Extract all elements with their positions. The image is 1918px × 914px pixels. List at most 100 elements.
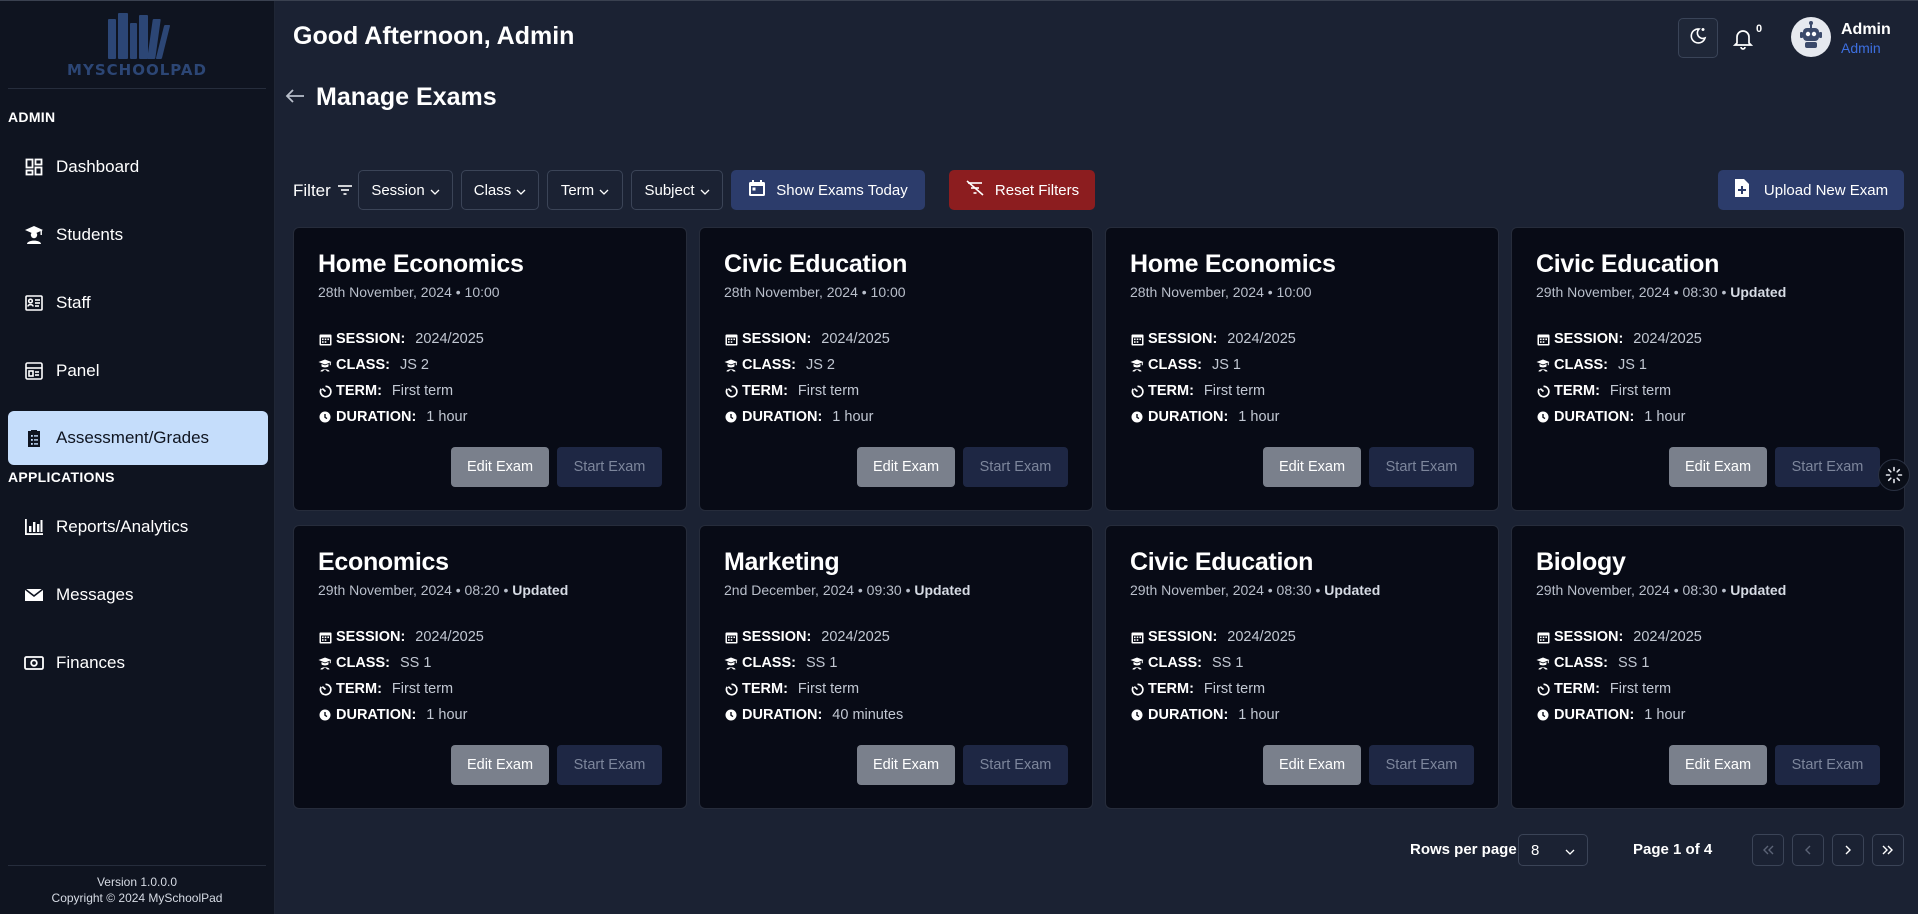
clock-icon: [1536, 410, 1550, 424]
exam-class-value: SS 1: [805, 655, 838, 671]
edit-exam-button[interactable]: Edit Exam: [857, 447, 955, 487]
sidebar-item-assessment-grades[interactable]: Assessment/Grades: [8, 411, 268, 465]
class-dropdown[interactable]: Class: [461, 170, 539, 210]
arrow-left-icon: [284, 89, 306, 111]
term-dropdown[interactable]: Term: [547, 170, 623, 210]
last-page-button[interactable]: [1872, 834, 1904, 866]
upload-new-exam-button[interactable]: Upload New Exam: [1718, 170, 1904, 210]
edit-exam-button[interactable]: Edit Exam: [1263, 447, 1361, 487]
edit-exam-button[interactable]: Edit Exam: [1669, 745, 1767, 785]
edit-exam-button[interactable]: Edit Exam: [857, 745, 955, 785]
subject-dropdown[interactable]: Subject: [631, 170, 723, 210]
student-icon: [24, 225, 44, 245]
calendar-grid-icon: [1130, 630, 1144, 644]
start-exam-button[interactable]: Start Exam: [557, 447, 662, 487]
exam-session-value: 2024/2025: [1633, 629, 1702, 645]
sidebar-item-reports-analytics[interactable]: Reports/Analytics: [8, 500, 268, 554]
logo[interactable]: MYSCHOOLPAD: [8, 1, 266, 89]
edit-exam-button[interactable]: Edit Exam: [451, 745, 549, 785]
show-exams-today-label: Show Exams Today: [776, 181, 908, 199]
exam-term-label: TERM:: [742, 383, 788, 399]
timer-icon: [1130, 384, 1144, 398]
exam-term-row: TERM: First term: [318, 383, 453, 399]
exam-session-label: SESSION:: [1148, 331, 1218, 347]
subject-dropdown-label: Subject: [644, 181, 695, 199]
start-exam-button[interactable]: Start Exam: [1775, 447, 1880, 487]
chevrons-right-icon: [1882, 842, 1894, 858]
exam-session-row: SESSION: 2024/2025: [1536, 331, 1702, 347]
exam-duration-value: 1 hour: [1238, 707, 1280, 723]
exam-class-row: CLASS: SS 1: [318, 655, 431, 671]
graduate-icon: [724, 656, 738, 670]
exam-duration-row: DURATION: 1 hour: [1536, 409, 1685, 425]
exam-subject: Marketing: [724, 548, 840, 576]
reset-filters-button[interactable]: Reset Filters: [949, 170, 1095, 210]
sidebar-item-finances[interactable]: Finances: [8, 636, 268, 690]
exam-subject: Civic Education: [1130, 548, 1314, 576]
sidebar-item-staff[interactable]: Staff: [8, 276, 268, 330]
exam-session-label: SESSION:: [1554, 331, 1624, 347]
exam-session-label: SESSION:: [1148, 629, 1218, 645]
sidebar-item-students[interactable]: Students: [8, 208, 268, 262]
sidebar-item-messages[interactable]: Messages: [8, 568, 268, 622]
exam-card: Civic Education 29th November, 2024 • 08:…: [1511, 227, 1905, 511]
version-text: Version 1.0.0.0: [96, 875, 178, 889]
exam-class-label: CLASS:: [742, 655, 796, 671]
timer-icon: [1536, 384, 1550, 398]
theme-toggle-button[interactable]: [1678, 18, 1718, 58]
exam-session-row: SESSION: 2024/2025: [318, 629, 484, 645]
start-exam-button[interactable]: Start Exam: [557, 745, 662, 785]
clock-icon: [724, 708, 738, 722]
sidebar-item-panel[interactable]: Panel: [8, 344, 268, 398]
exam-class-label: CLASS:: [1148, 357, 1202, 373]
exam-class-row: CLASS: SS 1: [724, 655, 837, 671]
start-exam-button[interactable]: Start Exam: [1369, 745, 1474, 785]
exam-class-value: JS 1: [1617, 357, 1647, 373]
exam-subject: Home Economics: [318, 250, 524, 278]
session-dropdown[interactable]: Session: [358, 170, 453, 210]
section-label-applications: APPLICATIONS: [8, 469, 115, 485]
back-button[interactable]: [284, 85, 306, 107]
exam-term-value: First term: [1203, 383, 1266, 399]
chevron-down-icon: [700, 182, 710, 199]
class-dropdown-label: Class: [473, 181, 512, 199]
next-page-button[interactable]: [1832, 834, 1864, 866]
start-exam-button[interactable]: Start Exam: [1369, 447, 1474, 487]
exam-date-text: 28th November, 2024 • 10:00: [318, 284, 500, 300]
exam-term-label: TERM:: [1148, 383, 1194, 399]
file-plus-icon: [1734, 178, 1750, 202]
chevron-down-icon: [1565, 842, 1575, 859]
timer-icon: [1130, 682, 1144, 696]
exam-session-value: 2024/2025: [415, 629, 484, 645]
first-page-button[interactable]: [1752, 834, 1784, 866]
logo-text: MYSCHOOLPAD: [67, 60, 207, 79]
avatar[interactable]: [1791, 17, 1831, 57]
graduate-icon: [1130, 656, 1144, 670]
rows-per-page-select[interactable]: 8: [1518, 834, 1588, 866]
start-exam-button[interactable]: Start Exam: [963, 447, 1068, 487]
sidebar-item-label: Staff: [56, 293, 91, 312]
user-name[interactable]: Admin: [1841, 21, 1891, 39]
previous-page-button[interactable]: [1792, 834, 1824, 866]
clock-icon: [318, 410, 332, 424]
exam-term-label: TERM:: [336, 383, 382, 399]
sidebar-item-dashboard[interactable]: Dashboard: [8, 140, 268, 194]
exam-date-text: 29th November, 2024 • 08:30 •: [1536, 284, 1727, 300]
edit-exam-button[interactable]: Edit Exam: [1263, 745, 1361, 785]
exam-session-label: SESSION:: [742, 629, 812, 645]
exam-term-value: First term: [391, 383, 454, 399]
graduate-icon: [1536, 358, 1550, 372]
exam-subject: Biology: [1536, 548, 1626, 576]
start-exam-button[interactable]: Start Exam: [963, 745, 1068, 785]
edit-exam-button[interactable]: Edit Exam: [1669, 447, 1767, 487]
start-exam-button[interactable]: Start Exam: [1775, 745, 1880, 785]
exam-card: Biology 29th November, 2024 • 08:30 • Upd…: [1511, 525, 1905, 809]
show-exams-today-button[interactable]: Show Exams Today: [731, 170, 925, 210]
exam-duration-label: DURATION:: [336, 707, 417, 723]
notification-button[interactable]: [1732, 28, 1755, 50]
sidebar-item-label: Messages: [56, 585, 134, 604]
exam-card: Marketing 2nd December, 2024 • 09:30 • Up…: [699, 525, 1093, 809]
exam-class-label: CLASS:: [336, 655, 390, 671]
edit-exam-button[interactable]: Edit Exam: [451, 447, 549, 487]
exam-datetime: 29th November, 2024 • 08:30 • Updated: [1536, 284, 1786, 300]
